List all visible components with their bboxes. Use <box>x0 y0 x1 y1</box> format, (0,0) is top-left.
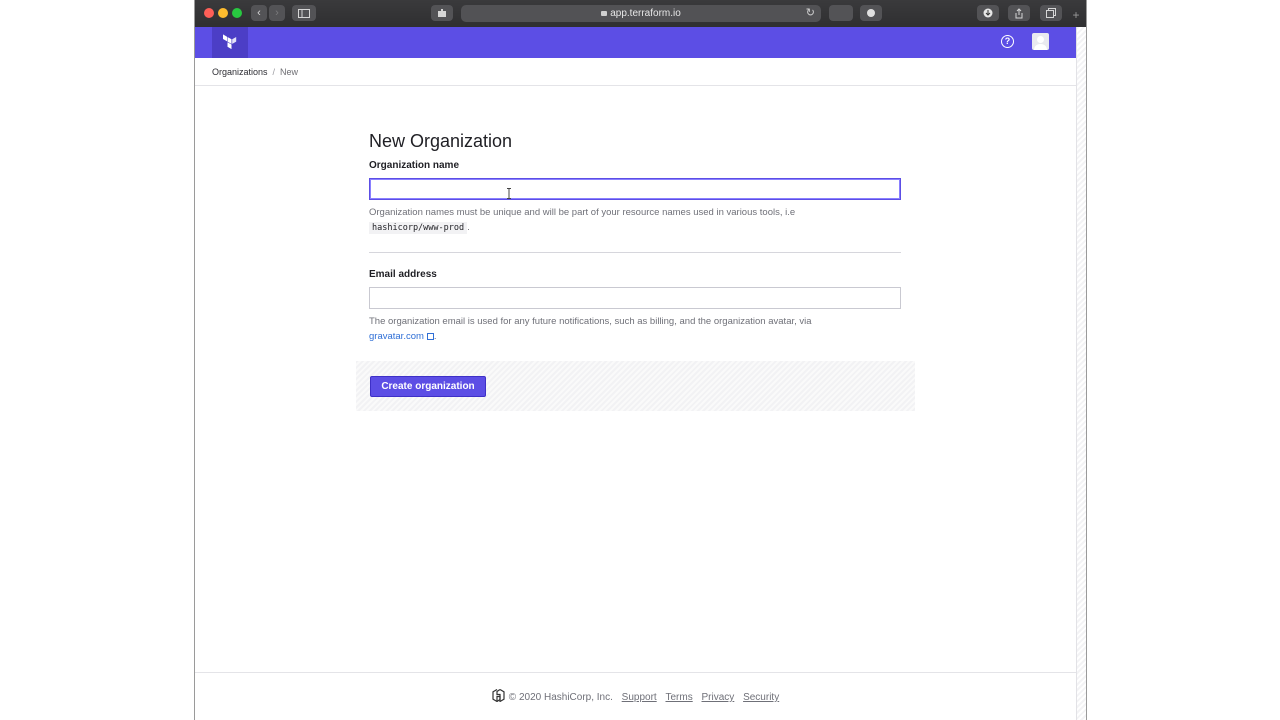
text-cursor-icon <box>506 188 512 199</box>
form-actions: Create organization <box>356 361 915 411</box>
chevron-right-icon: › <box>275 7 279 19</box>
close-window-button[interactable] <box>204 8 214 18</box>
sidebar-icon <box>298 9 310 18</box>
section-divider <box>369 252 901 253</box>
create-organization-button[interactable]: Create organization <box>370 376 486 397</box>
circle-icon <box>867 9 875 17</box>
extension-button-3[interactable] <box>860 5 882 21</box>
url-text: app.terraform.io <box>610 8 681 19</box>
external-link-icon <box>426 333 434 340</box>
copyright-text: © 2020 HashiCorp, Inc. <box>508 692 613 703</box>
maximize-window-button[interactable] <box>232 8 242 18</box>
terraform-logo-icon <box>223 34 237 50</box>
email-input[interactable] <box>369 287 901 309</box>
new-tab-button[interactable]: + <box>1069 8 1083 22</box>
org-name-label: Organization name <box>369 160 460 171</box>
org-name-input[interactable] <box>369 178 901 200</box>
example-name-code: hashicorp/www-prod <box>369 222 468 234</box>
browser-toolbar: ‹ › app.terraform.io ↻ + <box>195 0 1086 27</box>
footer-link-support[interactable]: Support <box>622 692 657 703</box>
hashicorp-logo-icon <box>492 689 505 702</box>
minimize-window-button[interactable] <box>218 8 228 18</box>
download-icon <box>983 8 993 18</box>
page-title: New Organization <box>369 131 513 151</box>
back-button[interactable]: ‹ <box>251 5 267 21</box>
chevron-left-icon: ‹ <box>257 7 261 19</box>
email-help: The organization email is used for any f… <box>369 316 812 342</box>
terraform-logo-link[interactable] <box>212 27 248 58</box>
browser-window: ‹ › app.terraform.io ↻ + ? Organizations… <box>194 0 1087 720</box>
breadcrumb-bar: Organizations / New <box>195 58 1076 86</box>
footer-link-privacy[interactable]: Privacy <box>702 692 735 703</box>
downloads-button[interactable] <box>977 5 999 21</box>
lock-icon <box>601 11 608 16</box>
breadcrumb-organizations-link[interactable]: Organizations <box>212 67 268 77</box>
puzzle-icon <box>438 9 446 17</box>
extension-button[interactable] <box>431 5 453 21</box>
address-bar[interactable]: app.terraform.io ↻ <box>461 5 821 22</box>
sidebar-toggle-button[interactable] <box>292 5 316 21</box>
breadcrumb-separator: / <box>272 67 276 77</box>
app-header: ? <box>195 27 1076 58</box>
share-icon <box>1015 8 1023 19</box>
tab-overview-button[interactable] <box>1040 5 1062 21</box>
page-edge <box>1076 27 1086 720</box>
help-icon[interactable]: ? <box>1001 35 1014 48</box>
breadcrumb: Organizations / New <box>212 67 298 77</box>
extension-button-2[interactable] <box>829 5 853 21</box>
email-label: Email address <box>369 269 437 280</box>
footer: © 2020 HashiCorp, Inc. Support Terms Pri… <box>195 672 1076 720</box>
tabs-icon <box>1046 8 1056 18</box>
new-organization-form: New Organization Organization name Organ… <box>369 127 903 344</box>
org-name-help: Organization names must be unique and wi… <box>369 207 796 234</box>
footer-link-terms[interactable]: Terms <box>665 692 692 703</box>
forward-button[interactable]: › <box>269 5 285 21</box>
share-button[interactable] <box>1008 5 1030 21</box>
breadcrumb-current: New <box>280 67 299 77</box>
gravatar-link[interactable]: gravatar.com <box>369 331 434 342</box>
user-avatar[interactable] <box>1032 33 1049 50</box>
reload-icon[interactable]: ↻ <box>806 5 815 22</box>
footer-link-security[interactable]: Security <box>743 692 779 703</box>
